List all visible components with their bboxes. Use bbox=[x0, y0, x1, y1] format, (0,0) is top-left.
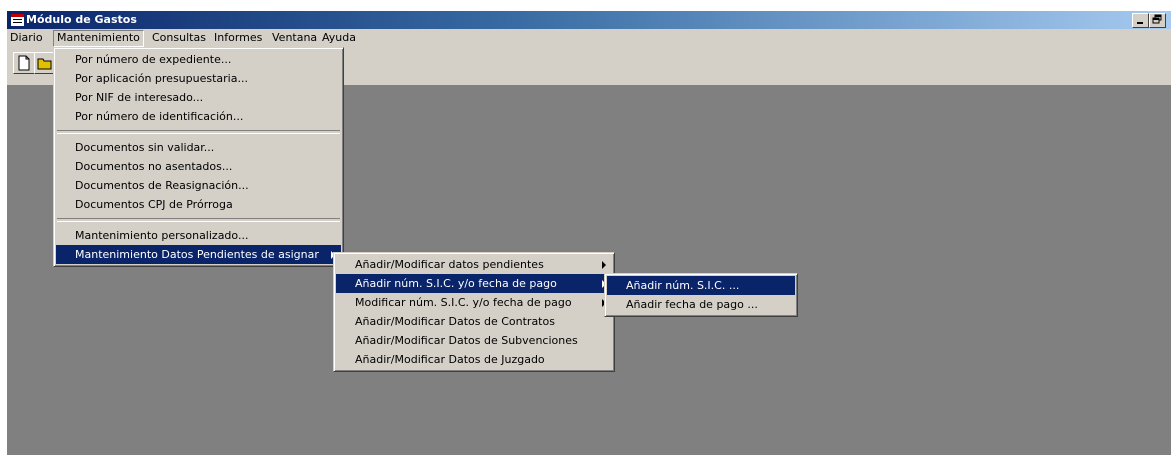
menu-diario[interactable]: Diario bbox=[7, 31, 46, 46]
submenu-item-contratos[interactable]: Añadir/Modificar Datos de Contratos bbox=[336, 312, 612, 331]
menu-item-cpj-prorroga[interactable]: Documentos CPJ de Prórroga bbox=[56, 195, 341, 214]
submenu-item-anadir-num-sic[interactable]: Añadir núm. S.I.C. ... bbox=[607, 276, 795, 295]
window-title: Módulo de Gastos bbox=[26, 13, 137, 26]
new-document-icon[interactable] bbox=[13, 52, 35, 74]
menu-item-label: Añadir/Modificar datos pendientes bbox=[355, 258, 544, 271]
menu-item-label: Mantenimiento Datos Pendientes de asigna… bbox=[75, 248, 319, 261]
minimize-icon[interactable] bbox=[1132, 13, 1149, 28]
menu-consultas[interactable]: Consultas bbox=[149, 31, 209, 46]
menu-informes[interactable]: Informes bbox=[211, 31, 265, 46]
title-bar[interactable]: Módulo de Gastos bbox=[7, 11, 1171, 29]
menu-item-label: Modificar núm. S.I.C. y/o fecha de pago bbox=[355, 296, 572, 309]
menu-item-datos-pendientes[interactable]: Mantenimiento Datos Pendientes de asigna… bbox=[56, 245, 341, 264]
mantenimiento-menu: Por número de expediente... Por aplicaci… bbox=[53, 47, 344, 267]
pendientes-submenu: Añadir/Modificar datos pendientes Añadir… bbox=[333, 252, 615, 372]
menu-item-sin-validar[interactable]: Documentos sin validar... bbox=[56, 138, 341, 157]
submenu-item-anadir-sic[interactable]: Añadir núm. S.I.C. y/o fecha de pago bbox=[336, 274, 612, 293]
submenu-item-subvenciones[interactable]: Añadir/Modificar Datos de Subvenciones bbox=[336, 331, 612, 350]
menu-item-personalizado[interactable]: Mantenimiento personalizado... bbox=[56, 226, 341, 245]
menu-ayuda[interactable]: Ayuda bbox=[319, 31, 359, 46]
submenu-item-modificar-sic[interactable]: Modificar núm. S.I.C. y/o fecha de pago bbox=[336, 293, 612, 312]
menu-bar: Diario Mantenimiento Consultas Informes … bbox=[7, 29, 1171, 47]
sic-submenu: Añadir núm. S.I.C. ... Añadir fecha de p… bbox=[604, 273, 798, 317]
restore-icon[interactable] bbox=[1149, 13, 1166, 28]
menu-item-no-asentados[interactable]: Documentos no asentados... bbox=[56, 157, 341, 176]
menu-item-por-expediente[interactable]: Por número de expediente... bbox=[56, 50, 341, 69]
menu-ventana[interactable]: Ventana bbox=[269, 31, 320, 46]
submenu-item-anadir-fecha-pago[interactable]: Añadir fecha de pago ... bbox=[607, 295, 795, 314]
submenu-arrow-icon bbox=[602, 261, 606, 269]
menu-separator bbox=[57, 218, 340, 222]
menu-item-por-aplicacion[interactable]: Por aplicación presupuestaria... bbox=[56, 69, 341, 88]
app-window: Módulo de Gastos Diario Mantenimiento Co… bbox=[7, 11, 1171, 455]
menu-separator bbox=[57, 130, 340, 134]
menu-item-por-nif[interactable]: Por NIF de interesado... bbox=[56, 88, 341, 107]
submenu-item-juzgado[interactable]: Añadir/Modificar Datos de Juzgado bbox=[336, 350, 612, 369]
menu-mantenimiento[interactable]: Mantenimiento bbox=[53, 30, 144, 47]
menu-item-label: Añadir núm. S.I.C. y/o fecha de pago bbox=[355, 277, 557, 290]
menu-item-por-identificacion[interactable]: Por número de identificación... bbox=[56, 107, 341, 126]
menu-item-reasignacion[interactable]: Documentos de Reasignación... bbox=[56, 176, 341, 195]
submenu-item-datos-pendientes[interactable]: Añadir/Modificar datos pendientes bbox=[336, 255, 612, 274]
app-icon bbox=[11, 14, 24, 26]
